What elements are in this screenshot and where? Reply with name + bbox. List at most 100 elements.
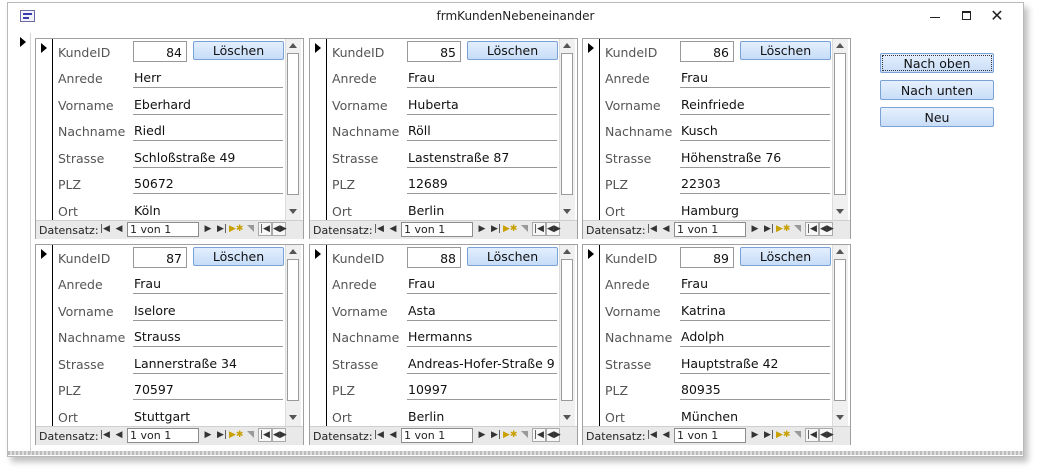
- first-record-icon[interactable]: |◀: [646, 429, 658, 441]
- last-record-icon[interactable]: ▶|: [763, 429, 775, 441]
- anrede-field[interactable]: Frau: [680, 273, 830, 294]
- scroll-down-icon[interactable]: [836, 415, 844, 420]
- scroll-thumb[interactable]: [561, 53, 573, 195]
- next-record-icon[interactable]: ▶: [202, 429, 214, 441]
- last-record-icon[interactable]: ▶|: [216, 223, 228, 235]
- vorname-field[interactable]: Eberhard: [133, 94, 283, 115]
- loeschen-button[interactable]: Löschen: [193, 41, 284, 60]
- vertical-scrollbar[interactable]: [559, 245, 575, 426]
- new-record-icon[interactable]: ▶✱: [229, 429, 243, 441]
- main-record-selector[interactable]: [12, 33, 31, 454]
- first-record-icon[interactable]: |◀: [646, 223, 658, 235]
- scroll-thumb[interactable]: [834, 259, 846, 401]
- nachname-field[interactable]: Riedl: [133, 120, 283, 141]
- minimize-button[interactable]: [922, 5, 948, 27]
- kundeid-field[interactable]: 85: [407, 41, 461, 62]
- record-selector[interactable]: [310, 39, 327, 220]
- anrede-field[interactable]: Frau: [680, 67, 830, 88]
- record-position-input[interactable]: 1 von 1: [127, 222, 199, 237]
- scroll-thumb[interactable]: [287, 259, 299, 401]
- scroll-left-icon[interactable]: |◀: [258, 428, 272, 442]
- new-record-icon[interactable]: ▶✱: [503, 429, 517, 441]
- scroll-right-icon[interactable]: ◀▶: [272, 428, 287, 442]
- vorname-field[interactable]: Iselore: [133, 300, 283, 321]
- record-selector[interactable]: [583, 245, 600, 426]
- kundeid-field[interactable]: 89: [680, 247, 734, 268]
- scroll-left-icon[interactable]: |◀: [258, 222, 272, 236]
- first-record-icon[interactable]: |◀: [99, 429, 111, 441]
- last-record-icon[interactable]: ▶|: [490, 429, 502, 441]
- scroll-thumb[interactable]: [561, 259, 573, 401]
- vorname-field[interactable]: Huberta: [407, 94, 557, 115]
- record-selector[interactable]: [583, 39, 600, 220]
- ort-field[interactable]: Berlin: [407, 200, 557, 220]
- vorname-field[interactable]: Reinfriede: [680, 94, 830, 115]
- nachname-field[interactable]: Hermanns: [407, 326, 557, 347]
- kundeid-field[interactable]: 87: [133, 247, 187, 268]
- loeschen-button[interactable]: Löschen: [467, 247, 558, 266]
- kundeid-field[interactable]: 84: [133, 41, 187, 62]
- scroll-up-icon[interactable]: [563, 249, 571, 254]
- next-record-icon[interactable]: ▶: [202, 223, 214, 235]
- next-record-icon[interactable]: ▶: [476, 429, 488, 441]
- next-record-icon[interactable]: ▶: [476, 223, 488, 235]
- strasse-field[interactable]: Lastenstraße 87: [407, 147, 557, 168]
- record-position-input[interactable]: 1 von 1: [127, 428, 199, 443]
- next-record-icon[interactable]: ▶: [749, 223, 761, 235]
- next-record-icon[interactable]: ▶: [749, 429, 761, 441]
- prev-record-icon[interactable]: ◀: [113, 429, 125, 441]
- prev-record-icon[interactable]: ◀: [660, 429, 672, 441]
- new-record-icon[interactable]: ▶✱: [776, 223, 790, 235]
- strasse-field[interactable]: Andreas-Hofer-Straße 9: [407, 353, 557, 374]
- anrede-field[interactable]: Frau: [407, 273, 557, 294]
- vertical-scrollbar[interactable]: [285, 245, 301, 426]
- prev-record-icon[interactable]: ◀: [660, 223, 672, 235]
- vorname-field[interactable]: Katrina: [680, 300, 830, 321]
- vorname-field[interactable]: Asta: [407, 300, 557, 321]
- new-record-icon[interactable]: ▶✱: [503, 223, 517, 235]
- ort-field[interactable]: Hamburg: [680, 200, 830, 220]
- scroll-left-icon[interactable]: |◀: [532, 222, 546, 236]
- last-record-icon[interactable]: ▶|: [763, 223, 775, 235]
- scroll-up-icon[interactable]: [836, 249, 844, 254]
- strasse-field[interactable]: Schloßstraße 49: [133, 147, 283, 168]
- scroll-down-icon[interactable]: [563, 415, 571, 420]
- scroll-right-icon[interactable]: ◀▶: [546, 428, 561, 442]
- first-record-icon[interactable]: |◀: [373, 223, 385, 235]
- scroll-down-icon[interactable]: [563, 209, 571, 214]
- prev-record-icon[interactable]: ◀: [387, 223, 399, 235]
- anrede-field[interactable]: Frau: [133, 273, 283, 294]
- scroll-right-icon[interactable]: ◀▶: [819, 222, 834, 236]
- close-button[interactable]: ✕: [984, 5, 1010, 27]
- record-position-input[interactable]: 1 von 1: [401, 222, 473, 237]
- plz-field[interactable]: 80935: [680, 379, 830, 400]
- scroll-down-icon[interactable]: [836, 209, 844, 214]
- scroll-right-icon[interactable]: ◀▶: [819, 428, 834, 442]
- nach-oben-button[interactable]: Nach oben: [880, 53, 994, 73]
- scroll-thumb[interactable]: [287, 53, 299, 195]
- nach-unten-button[interactable]: Nach unten: [880, 80, 994, 100]
- last-record-icon[interactable]: ▶|: [490, 223, 502, 235]
- scroll-right-icon[interactable]: ◀▶: [546, 222, 561, 236]
- scroll-left-icon[interactable]: |◀: [805, 222, 819, 236]
- plz-field[interactable]: 22303: [680, 173, 830, 194]
- ort-field[interactable]: Berlin: [407, 406, 557, 426]
- nachname-field[interactable]: Kusch: [680, 120, 830, 141]
- prev-record-icon[interactable]: ◀: [387, 429, 399, 441]
- nachname-field[interactable]: Röll: [407, 120, 557, 141]
- loeschen-button[interactable]: Löschen: [740, 41, 831, 60]
- plz-field[interactable]: 12689: [407, 173, 557, 194]
- strasse-field[interactable]: Hauptstraße 42: [680, 353, 830, 374]
- record-selector[interactable]: [36, 245, 53, 426]
- vertical-scrollbar[interactable]: [285, 39, 301, 220]
- first-record-icon[interactable]: |◀: [99, 223, 111, 235]
- plz-field[interactable]: 50672: [133, 173, 283, 194]
- strasse-field[interactable]: Lannerstraße 34: [133, 353, 283, 374]
- ort-field[interactable]: Köln: [133, 200, 283, 220]
- plz-field[interactable]: 10997: [407, 379, 557, 400]
- scroll-up-icon[interactable]: [289, 249, 297, 254]
- scroll-down-icon[interactable]: [289, 209, 297, 214]
- maximize-button[interactable]: [954, 5, 980, 27]
- scroll-left-icon[interactable]: |◀: [805, 428, 819, 442]
- ort-field[interactable]: München: [680, 406, 830, 426]
